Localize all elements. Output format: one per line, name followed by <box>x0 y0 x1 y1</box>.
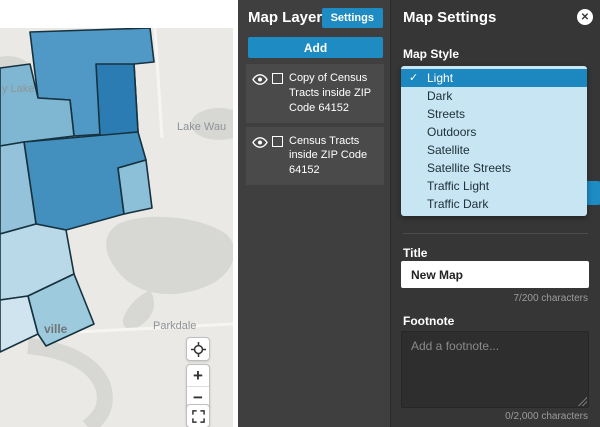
layer-name: Census Tracts inside ZIP Code 64152 <box>289 134 378 179</box>
layer-row[interactable]: Census Tracts inside ZIP Code 64152 <box>246 127 384 186</box>
layers-panel: Map Layers Settings Add Copy of Census T… <box>238 0 390 427</box>
close-icon[interactable]: ✕ <box>577 9 593 25</box>
layer-checkbox[interactable] <box>272 73 283 84</box>
map-style-dropdown-list: ✓ Light Dark Streets Outdoors Satellite … <box>401 66 587 216</box>
locate-button[interactable] <box>186 337 210 361</box>
title-char-counter: 7/200 characters <box>514 293 589 304</box>
locate-icon <box>191 342 206 357</box>
layers-panel-title: Map Layers <box>248 9 331 26</box>
map-canvas[interactable]: y Lake Lake Wau ville Parkdale + − <box>0 0 233 427</box>
footnote-label: Footnote <box>403 314 454 328</box>
fullscreen-button[interactable] <box>186 404 210 427</box>
map-style-option[interactable]: Streets <box>401 105 587 123</box>
map-settings-panel: Map Settings ✕ Map Style ✓ Light Dark St… <box>390 0 600 427</box>
layer-checkbox[interactable] <box>272 136 283 147</box>
add-layer-button[interactable]: Add <box>248 37 383 58</box>
zoom-in-button[interactable]: + <box>187 365 209 387</box>
map-style-option[interactable]: Satellite <box>401 141 587 159</box>
map-style-option[interactable]: ✓ Light <box>401 69 587 87</box>
map-style-option[interactable]: Satellite Streets <box>401 159 587 177</box>
layer-name: Copy of Census Tracts inside ZIP Code 64… <box>289 71 378 116</box>
map-style-option[interactable]: Traffic Light <box>401 177 587 195</box>
divider <box>403 233 588 234</box>
layer-settings-button[interactable]: Settings <box>322 8 383 28</box>
layer-list: Copy of Census Tracts inside ZIP Code 64… <box>246 64 384 189</box>
title-label: Title <box>403 246 427 260</box>
map-style-label: Map Style <box>403 47 459 61</box>
map-label-town: ville <box>44 322 67 336</box>
map-label-lake: y Lake <box>2 83 34 95</box>
footnote-textarea[interactable] <box>401 331 589 408</box>
app-window: y Lake Lake Wau ville Parkdale + − Map L… <box>0 0 600 427</box>
settings-panel-title: Map Settings <box>403 9 496 26</box>
map-style-option[interactable]: Dark <box>401 87 587 105</box>
map-title-input[interactable] <box>401 261 589 288</box>
layer-row[interactable]: Copy of Census Tracts inside ZIP Code 64… <box>246 64 384 123</box>
map-style-option[interactable]: Outdoors <box>401 123 587 141</box>
footnote-char-counter: 0/2,000 characters <box>505 411 588 422</box>
map-label-parkdale: Parkdale <box>153 320 196 332</box>
visibility-eye-icon[interactable] <box>252 136 268 149</box>
map-label-lake-wau: Lake Wau <box>177 121 226 133</box>
visibility-eye-icon[interactable] <box>252 73 268 86</box>
resize-handle-icon[interactable] <box>577 396 587 406</box>
fullscreen-icon <box>192 410 205 423</box>
map-style-option[interactable]: Traffic Dark <box>401 195 587 213</box>
check-icon: ✓ <box>409 69 418 87</box>
